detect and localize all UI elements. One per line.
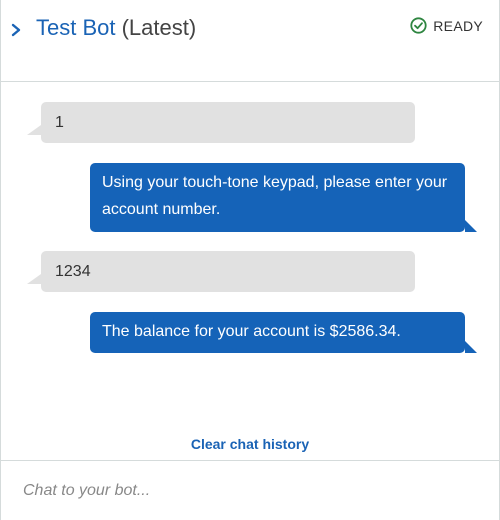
bubble-tail — [27, 125, 41, 135]
status-indicator: READY — [410, 17, 483, 34]
bot-message: The balance for your account is $2586.34… — [90, 312, 477, 353]
chat-header: Test Bot (Latest) READY — [1, 0, 499, 82]
bubble-tail — [465, 341, 477, 353]
clear-chat-history-link[interactable]: Clear chat history — [1, 436, 499, 452]
message-text: 1234 — [55, 263, 91, 280]
user-message: 1234 — [27, 251, 415, 292]
check-circle-icon — [410, 17, 427, 34]
bot-name: Test Bot — [36, 15, 116, 40]
message-text: Using your touch-tone keypad, please ent… — [102, 174, 448, 218]
bot-version: (Latest) — [121, 15, 197, 40]
chevron-right-icon[interactable] — [9, 19, 23, 41]
user-message: 1 — [27, 102, 415, 143]
bot-message: Using your touch-tone keypad, please ent… — [90, 163, 477, 232]
bubble-tail — [465, 220, 477, 232]
bot-title: Test Bot (Latest) — [36, 14, 196, 42]
chat-input[interactable] — [23, 479, 473, 503]
chat-panel: Test Bot (Latest) READY 1 Using your tou… — [0, 0, 500, 520]
message-text: 1 — [55, 114, 64, 131]
bubble-tail — [27, 274, 41, 284]
status-label: READY — [433, 17, 483, 34]
chat-composer — [1, 460, 499, 520]
message-text: The balance for your account is $2586.34… — [102, 323, 401, 340]
